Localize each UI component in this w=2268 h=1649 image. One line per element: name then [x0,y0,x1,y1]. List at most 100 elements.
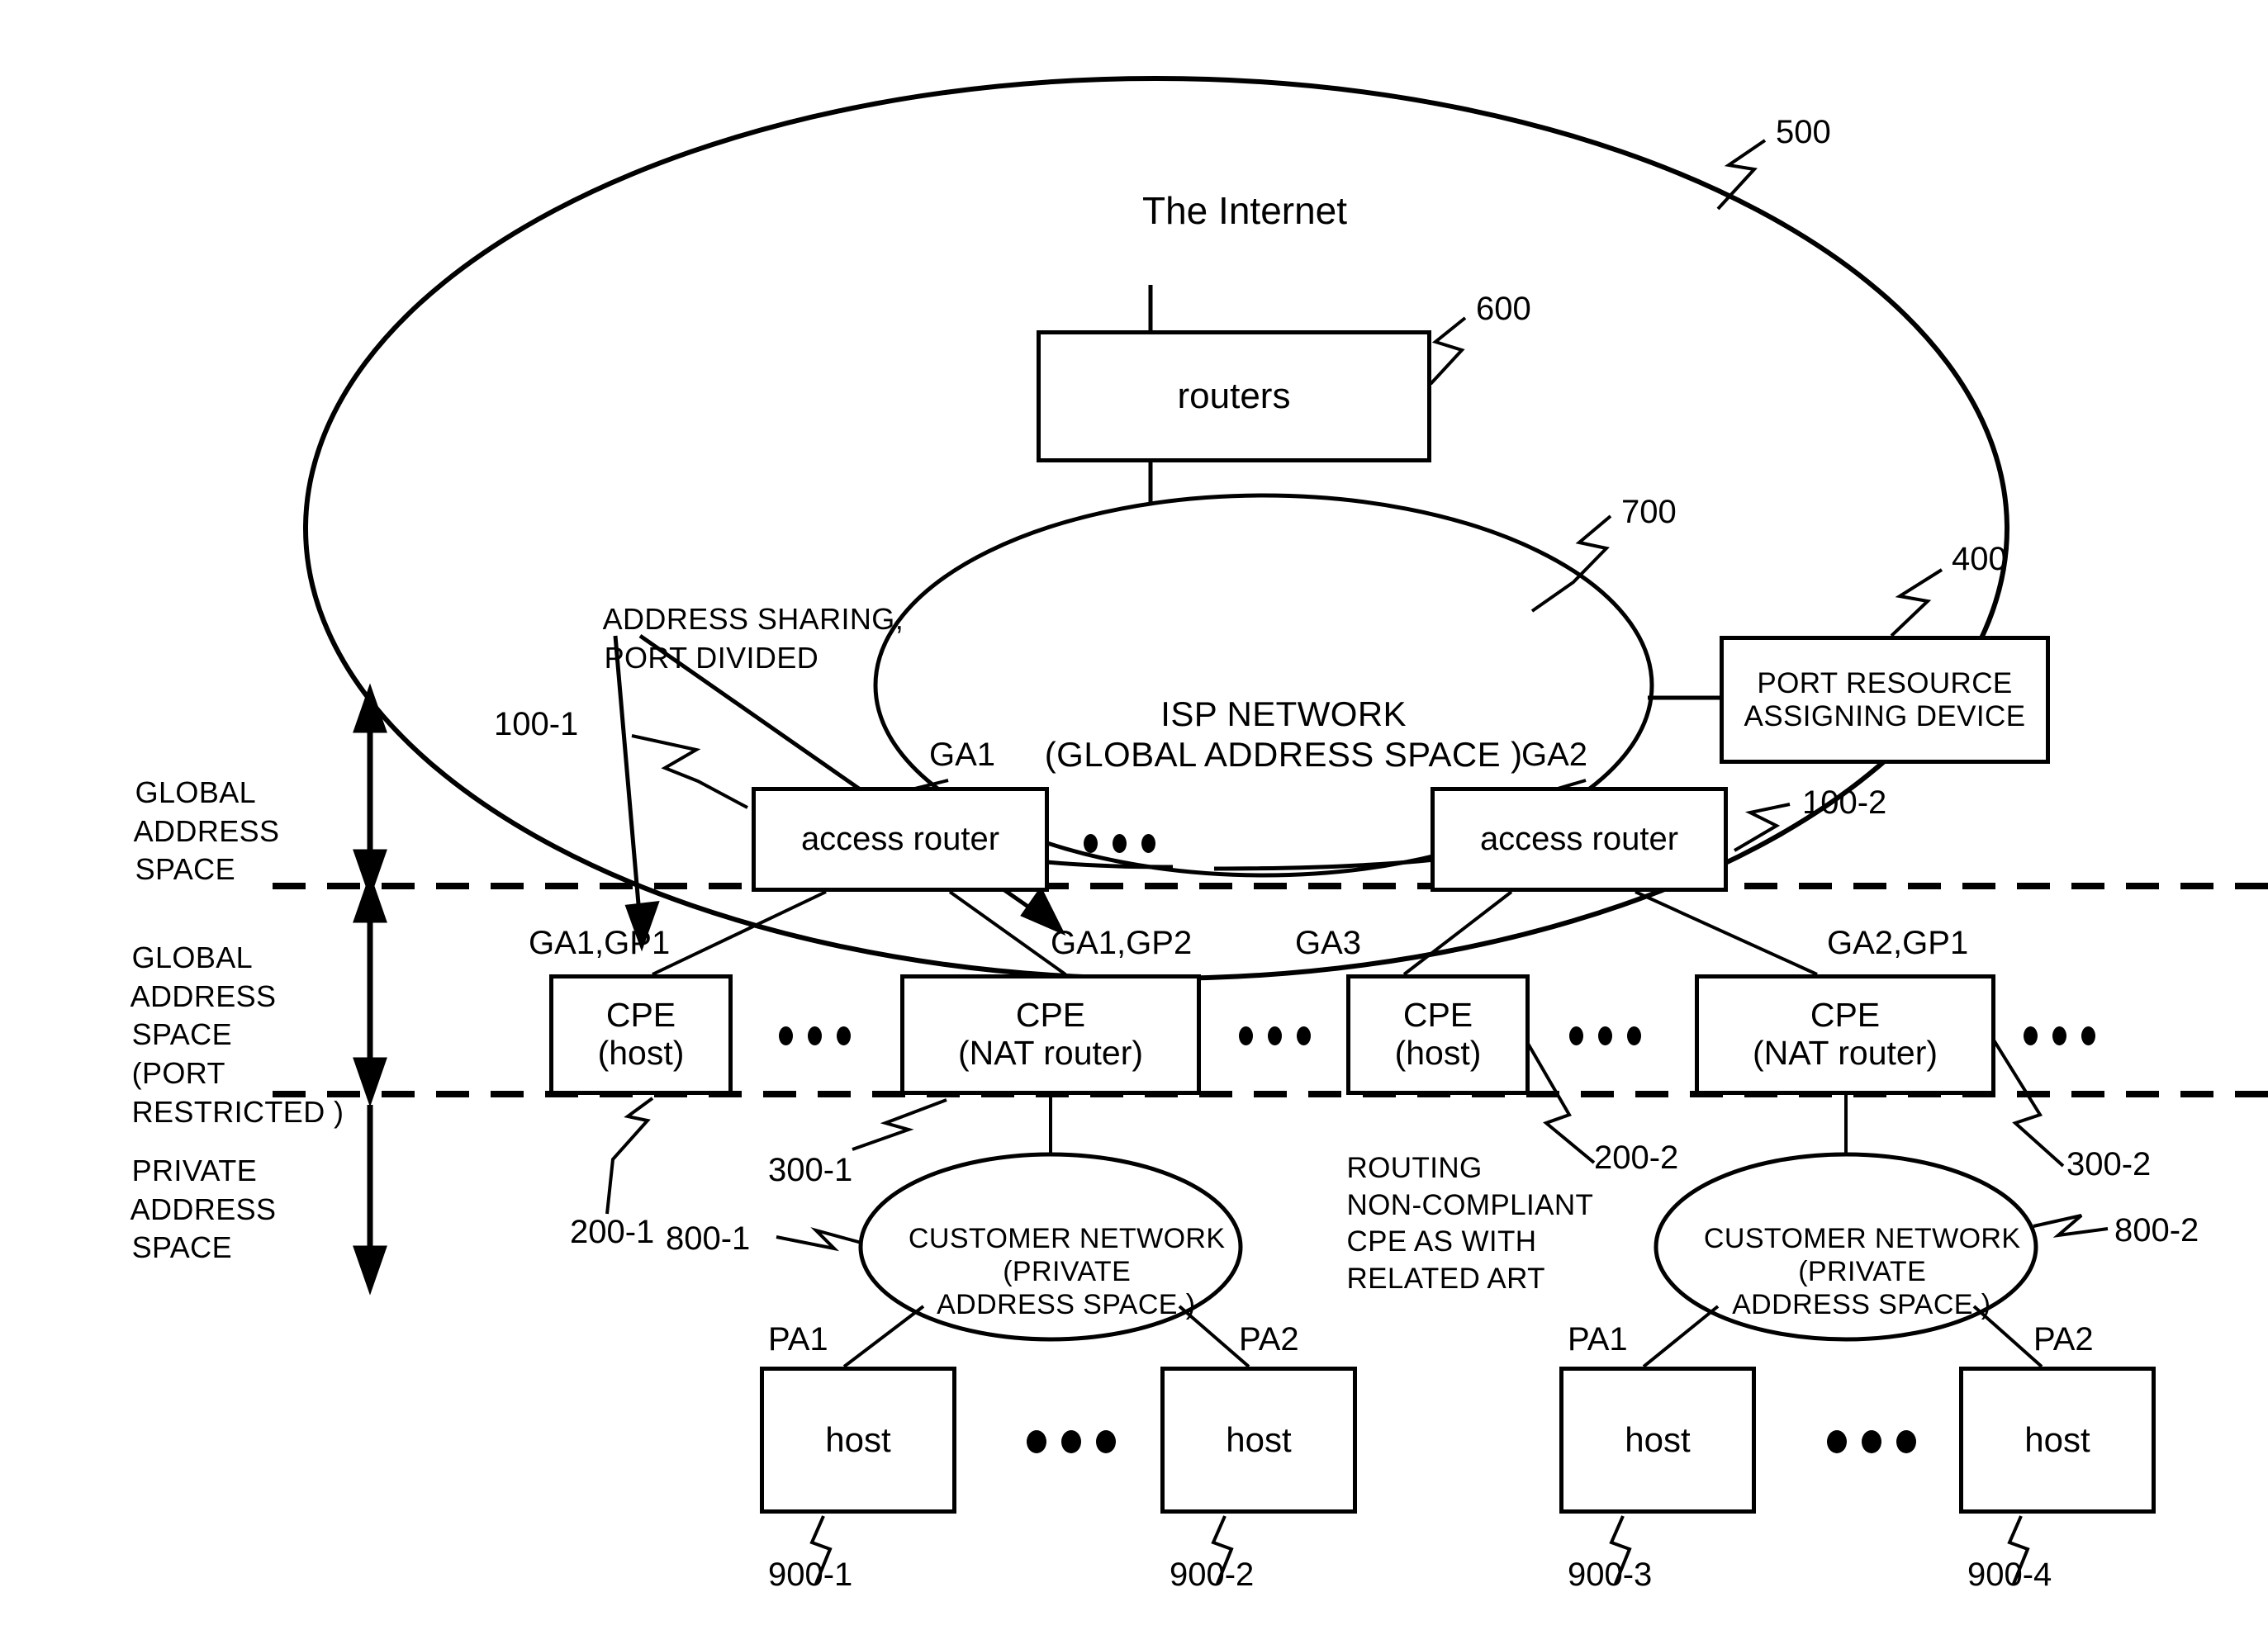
annotation-address-sharing-line1: ADDRESS SHARING, [602,601,904,636]
zone-1-line-0: GLOBAL [131,940,254,974]
customer-network-label-2: CUSTOMER NETWORK (PRIVATE ADDRESS SPACE … [1664,1189,2028,1355]
ar2-to-cpe4 [1635,890,1818,976]
ar1-to-cpe1 [652,890,827,976]
host-4-address: PA2 [2033,1321,2094,1358]
zone-label-global-address-space: GLOBAL ADDRESS SPACE [101,735,279,928]
host-3-address: PA1 [1568,1321,1628,1358]
customer-network-1-line1: CUSTOMER NETWORK [908,1223,1226,1255]
leader-700 [1530,514,1612,613]
host-node-2[interactable]: host [1160,1367,1357,1514]
cpe-node-1[interactable]: CPE (host) [549,974,733,1095]
zone-0-line-2: SPACE [135,852,235,887]
annotation-routing-noncompliant: ROUTING NON-COMPLIANT CPE AS WITH RELATE… [1313,1113,1593,1335]
ellipsis-cpe-1-2 [779,1026,851,1045]
customer-network-label-1: CUSTOMER NETWORK (PRIVATE ADDRESS SPACE … [869,1189,1232,1355]
zone-1-line-1: ADDRESS [130,979,277,1013]
ellipsis-cpe-2-3 [1239,1026,1311,1045]
cpe-4-line1: CPE [1810,996,1881,1035]
customer-network-1-line3: ADDRESS SPACE ) [937,1289,1196,1321]
customer-network-2-line2: (PRIVATE [1798,1256,1927,1288]
ellipsis-cpe-3-4 [1569,1026,1641,1045]
isp-network-label: ISP NETWORK (GLOBAL ADDRESS SPACE ) [933,652,1594,816]
leader-300-1 [852,1098,947,1151]
zone-1-line-3: (PORT [131,1056,225,1091]
host-2-address: PA2 [1239,1321,1299,1358]
zone-2-line-1: ADDRESS [130,1192,277,1226]
host-node-1[interactable]: host [760,1367,956,1514]
cpe-1-address: GA1,GP1 [529,925,671,961]
annotation-address-sharing: ADDRESS SHARING, PORT DIVIDED [570,562,904,716]
annotation-address-sharing-line2: PORT DIVIDED [604,640,819,675]
annotation-routing-line2: NON-COMPLIANT [1346,1188,1594,1221]
access-router-1-address: GA1 [929,737,996,773]
cpe-node-3[interactable]: CPE (host) [1346,974,1530,1095]
host-2-label: host [1226,1420,1292,1460]
annotation-routing-line1: ROUTING [1346,1151,1483,1184]
ar1-to-cpe2 [948,890,1067,976]
port-resource-line1: PORT RESOURCE [1757,667,2013,700]
host-4-ref: 900-4 [1967,1557,2052,1593]
cpe-1-line2: (host) [597,1034,685,1072]
host-4-label: host [2024,1420,2090,1460]
annotation-routing-line4: RELATED ART [1346,1263,1545,1296]
cpe-node-2[interactable]: CPE (NAT router) [900,974,1201,1095]
customer-network-1-line2: (PRIVATE [1003,1256,1132,1288]
cpe-node-4[interactable]: CPE (NAT router) [1695,974,1995,1095]
zone-2-line-2: SPACE [131,1230,232,1265]
zone-1-line-2: SPACE [131,1017,232,1052]
access-router-1-label: access router [800,821,1000,858]
cpe-3-line1: CPE [1402,996,1473,1035]
customer-network-2-line3: ADDRESS SPACE ) [1732,1289,1991,1321]
zone-arrow-global [353,683,387,899]
customer-network-2-line1: CUSTOMER NETWORK [1703,1223,2021,1255]
cpe-4-ref: 300-2 [2066,1146,2152,1182]
patent-figure: The Internet 500 routers 600 ISP NETWORK… [0,0,2268,1649]
access-router-1-ref: 100-1 [494,706,579,742]
cpe-1-line1: CPE [605,996,676,1035]
host-node-3[interactable]: host [1559,1367,1756,1514]
internet-label: The Internet [1142,189,1348,232]
cpe-2-line2: (NAT router) [957,1034,1144,1072]
leader-100-2 [1733,803,1791,852]
ellipsis-cpe-4-right [2024,1026,2095,1045]
leader-800-1 [776,1227,862,1252]
routers-node[interactable]: routers [1037,330,1431,462]
cpe-2-ref: 300-1 [768,1152,853,1188]
cpe-2-line1: CPE [1015,996,1086,1035]
leader-500 [1716,139,1767,211]
zone-arrow-private [353,1105,387,1296]
host-3-label: host [1625,1420,1691,1460]
ellipsis-hosts-1-2 [1027,1430,1116,1453]
customer-network-2-ref: 800-2 [2114,1212,2199,1249]
host-node-4[interactable]: host [1959,1367,2156,1514]
host-2-ref: 900-2 [1170,1557,1255,1593]
host-1-ref: 900-1 [768,1557,853,1593]
cpe-1-ref: 200-1 [570,1214,655,1250]
port-resource-line2: ASSIGNING DEVICE [1744,699,2026,732]
zone-0-line-0: GLOBAL [135,775,257,809]
host-1-address: PA1 [768,1321,828,1358]
leader-800-2 [2033,1214,2109,1238]
zone-0-line-1: ADDRESS [133,813,280,848]
host-1-label: host [825,1420,891,1460]
leader-200-1 [605,1097,654,1215]
cpe-4-address: GA2,GP1 [1827,925,1969,961]
diagram-line-layer [273,76,2268,1585]
internet-ref: 500 [1776,114,1831,150]
cpe-2-address: GA1,GP2 [1051,925,1193,961]
routers-label: routers [1177,376,1291,417]
cpe-4-line2: (NAT router) [1752,1034,1938,1072]
port-resource-assigning-device-node[interactable]: PORT RESOURCE ASSIGNING DEVICE [1720,636,2050,764]
access-router-2-label: access router [1479,821,1679,858]
zone-2-line-0: PRIVATE [131,1153,258,1187]
leader-100-1 [631,734,748,809]
zone-arrow-port-restricted [353,873,387,1107]
zone-label-private-address-space: PRIVATE ADDRESS SPACE [97,1113,276,1306]
cpe-3-ref: 200-2 [1594,1140,1679,1176]
annotation-routing-line3: CPE AS WITH [1346,1225,1537,1258]
access-router-2-address: GA2 [1521,737,1588,773]
ar2-to-cpe3 [1402,890,1513,976]
cpe-3-line2: (host) [1394,1034,1482,1072]
leader-300-2 [1987,1031,2065,1168]
host-3-ref: 900-3 [1568,1557,1653,1593]
